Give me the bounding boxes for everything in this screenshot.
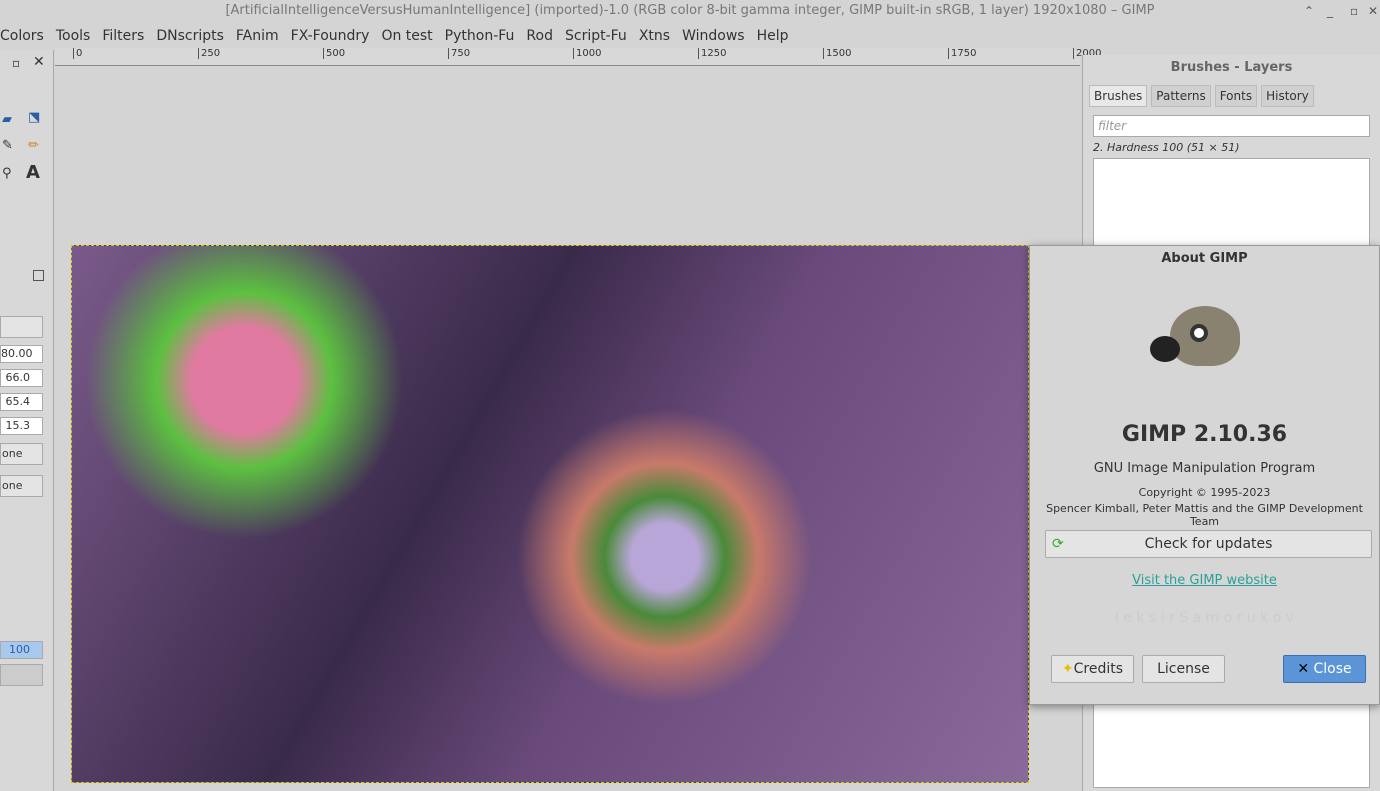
ruler-label: 1500 xyxy=(823,48,851,59)
text-tool-icon[interactable]: A xyxy=(26,162,40,183)
configure-tab-icon[interactable] xyxy=(33,270,44,281)
image-canvas[interactable] xyxy=(71,245,1029,783)
close-icon[interactable]: ✕ xyxy=(1368,0,1378,22)
tab-patterns[interactable]: Patterns xyxy=(1151,85,1211,107)
dock-tabs: Brushes Patterns Fonts History xyxy=(1083,81,1380,111)
brush-filter-input[interactable]: filter xyxy=(1093,115,1370,137)
check-updates-label: Check for updates xyxy=(1144,536,1273,552)
menu-help[interactable]: Help xyxy=(751,24,795,48)
about-copyright: Copyright © 1995-2023 xyxy=(1138,486,1271,499)
dock-title: Brushes - Layers xyxy=(1170,60,1293,75)
about-authors: Spencer Kimball, Peter Mattis and the GI… xyxy=(1046,502,1363,528)
credits-button[interactable]: ✦Credits xyxy=(1051,655,1134,683)
tab-fonts[interactable]: Fonts xyxy=(1214,85,1258,107)
tool-option-button[interactable] xyxy=(0,664,43,686)
warp-tool-icon[interactable]: ⬔ xyxy=(28,110,40,125)
menu-python-fu[interactable]: Python-Fu xyxy=(439,24,521,48)
opacity-spin[interactable]: 100 xyxy=(0,641,43,659)
close-button[interactable]: ✕ Close xyxy=(1283,655,1366,683)
menu-fanim[interactable]: FAnim xyxy=(230,24,285,48)
tab-brushes[interactable]: Brushes xyxy=(1089,85,1148,107)
brush-name: 2. Hardness 100 (51 × 51) xyxy=(1093,141,1240,154)
close-x-icon: ✕ xyxy=(1297,661,1310,677)
menu-windows[interactable]: Windows xyxy=(676,24,751,48)
window-title: [ArtificialIntelligenceVersusHumanIntell… xyxy=(225,3,1155,18)
ruler-label: 1750 xyxy=(948,48,976,59)
ruler-label: 750 xyxy=(448,48,470,59)
ruler-label: 1000 xyxy=(573,48,601,59)
menu-dnscripts[interactable]: DNscripts xyxy=(150,24,230,48)
credits-label: Credits xyxy=(1073,661,1124,677)
menu-script-fu[interactable]: Script-Fu xyxy=(559,24,633,48)
menu-colors[interactable]: Colors xyxy=(0,24,50,48)
menu-fx-foundry[interactable]: FX-Foundry xyxy=(285,24,376,48)
about-version: GIMP 2.10.36 xyxy=(1121,422,1288,447)
window-titlebar: [ArtificialIntelligenceVersusHumanIntell… xyxy=(0,0,1380,22)
about-dialog: About GIMP GIMP 2.10.36 GNU Image Manipu… xyxy=(1029,245,1380,705)
maximize-icon[interactable]: ⌃ xyxy=(1304,0,1314,22)
angle-spin[interactable]: 65.4 xyxy=(0,393,43,411)
ruler-label: 500 xyxy=(323,48,345,59)
mode-combo[interactable] xyxy=(0,316,43,338)
size-spin[interactable]: 80.00 xyxy=(0,345,43,363)
menu-bar: Colors Tools Filters DNscripts FAnim FX-Found… xyxy=(0,24,794,48)
minimize-icon[interactable]: _ xyxy=(1327,0,1333,22)
ruler-label: 250 xyxy=(198,48,220,59)
toolbox-close-icon[interactable]: ✕ xyxy=(33,54,45,70)
menu-rod[interactable]: Rod xyxy=(520,24,559,48)
tab-history[interactable]: History xyxy=(1261,85,1314,107)
ruler-label: 1250 xyxy=(698,48,726,59)
aspect-spin[interactable]: 66.0 xyxy=(0,369,43,387)
clone-tool-icon[interactable]: ⚲ xyxy=(2,166,12,181)
toolbox: ▫ ✕ ▰ ⬔ ✎ ✏ ⚲ A 80.00 66.0 65.4 15.3 one… xyxy=(0,50,54,791)
wilber-logo-icon xyxy=(1150,296,1260,396)
menu-filters[interactable]: Filters xyxy=(96,24,150,48)
transform-tool-icon[interactable]: ▰ xyxy=(2,112,12,127)
website-link[interactable]: Visit the GIMP website xyxy=(1030,573,1379,588)
star-icon: ✦ xyxy=(1061,661,1074,677)
spacing-spin[interactable]: 15.3 xyxy=(0,417,43,435)
menu-tools[interactable]: Tools xyxy=(50,24,97,48)
menu-on-test[interactable]: On test xyxy=(375,24,438,48)
animated-credit: l e k s i r S a m o r u k o v xyxy=(1114,610,1295,626)
close-label: Close xyxy=(1313,661,1352,677)
ruler-label: 0 xyxy=(73,48,82,59)
license-button[interactable]: License xyxy=(1142,655,1225,683)
dynamics-options-combo[interactable]: one xyxy=(0,475,43,497)
menu-xtns[interactable]: Xtns xyxy=(633,24,676,48)
restore-icon[interactable]: ▫ xyxy=(1350,0,1358,22)
horizontal-ruler: 0 250 500 750 1000 1250 1500 1750 2000 xyxy=(55,48,1101,66)
dynamics-combo[interactable]: one xyxy=(0,443,43,465)
paintbrush-tool-icon[interactable]: ✎ xyxy=(2,138,13,153)
about-title: About GIMP xyxy=(1161,251,1248,266)
check-updates-button[interactable]: ⟳ Check for updates xyxy=(1045,530,1372,558)
about-subtitle: GNU Image Manipulation Program xyxy=(1093,461,1316,476)
refresh-icon: ⟳ xyxy=(1052,536,1064,552)
pencil-tool-icon[interactable]: ✏ xyxy=(28,138,39,153)
toolbox-detach-icon[interactable]: ▫ xyxy=(12,56,20,70)
